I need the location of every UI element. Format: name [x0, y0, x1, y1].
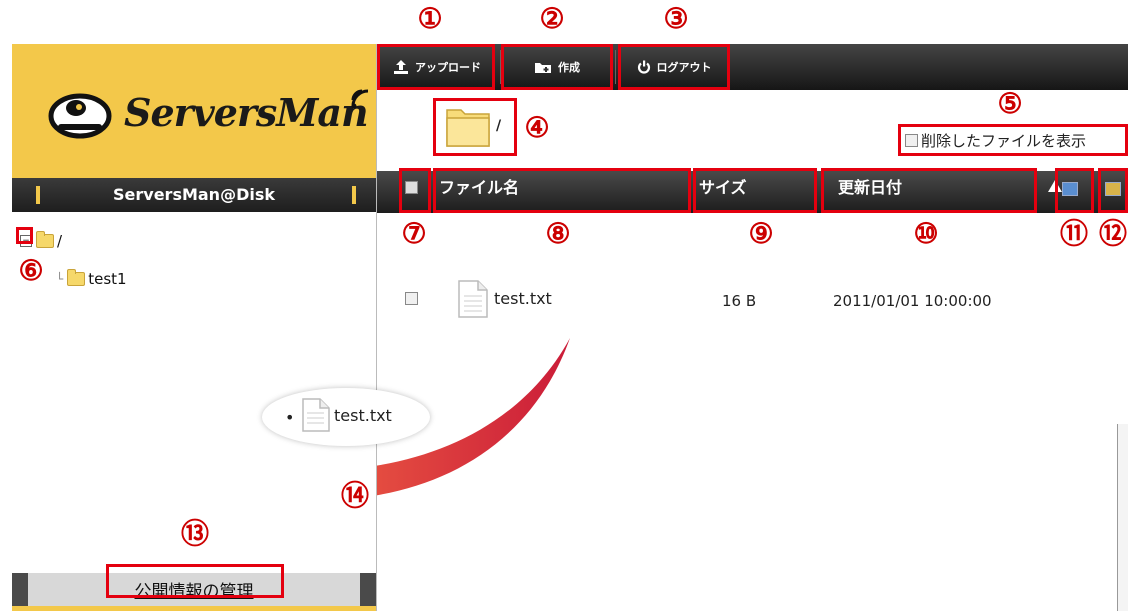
vertical-scrollbar[interactable]: [1117, 424, 1128, 611]
sort-ascending-icon[interactable]: [1048, 180, 1062, 192]
show-deleted-label: 削除したファイルを表示: [921, 132, 1087, 150]
current-path: /: [496, 118, 502, 134]
tree-connector: └: [56, 272, 64, 286]
annotation-11: ⑪: [1059, 217, 1088, 250]
annotation-1: ①: [417, 2, 443, 35]
annotation-8: ⑧: [545, 217, 571, 250]
logout-label: ログアウト: [656, 61, 712, 74]
file-name[interactable]: test.txt: [494, 289, 552, 308]
tree-root-label: /: [57, 232, 63, 250]
column-header-name[interactable]: ファイル名: [439, 171, 519, 213]
annotation-2: ②: [539, 2, 565, 35]
show-deleted-toggle[interactable]: 削除したファイルを表示: [905, 130, 1086, 151]
tree-collapse-toggle[interactable]: −: [20, 235, 32, 247]
wifi-icon: [351, 89, 369, 109]
annotation-6: ⑥: [18, 254, 44, 287]
upload-icon: [394, 60, 408, 74]
drag-bullet: •: [285, 408, 295, 427]
upload-button[interactable]: アップロード: [379, 50, 495, 84]
select-all-checkbox[interactable]: [405, 181, 418, 194]
new-folder-icon: [535, 63, 551, 73]
toolbar: アップロード 作成 ログアウト: [377, 44, 1128, 90]
tree-item-test1[interactable]: └ test1: [56, 269, 127, 288]
toolbar-separator: [500, 50, 501, 84]
upload-label: アップロード: [415, 61, 481, 74]
sidebar-bottom-strip: [12, 606, 376, 611]
show-deleted-checkbox[interactable]: [905, 134, 918, 147]
column-header-date[interactable]: 更新日付: [838, 171, 902, 213]
annotation-9: ⑨: [748, 217, 774, 250]
folder-icon: [67, 269, 86, 286]
tree-item-label: test1: [88, 270, 127, 288]
disk-label: ServersMan@Disk: [113, 185, 275, 204]
dragged-file-icon: [302, 398, 330, 432]
logo-area: ServersMan: [12, 44, 376, 179]
logout-button[interactable]: ログアウト: [620, 50, 728, 84]
power-icon: [637, 60, 650, 74]
logo-text: ServersMan: [124, 90, 369, 135]
toolbar-separator: [615, 50, 616, 84]
dragged-file-name: test.txt: [334, 406, 392, 425]
disk-logo-icon: [48, 93, 112, 139]
annotation-4: ④: [524, 111, 550, 144]
annotation-13: ⑬: [180, 517, 209, 550]
bar-accent-right: [352, 186, 356, 204]
annotation-7: ⑦: [401, 217, 427, 250]
thumbnail-view-icon[interactable]: [1105, 182, 1121, 196]
annotation-3: ③: [663, 2, 689, 35]
annotation-10: ⑩: [913, 217, 939, 250]
column-header-size[interactable]: サイズ: [699, 171, 747, 213]
folder-icon: [36, 231, 54, 248]
tree-root-item[interactable]: − /: [20, 231, 63, 250]
create-button[interactable]: 作成: [505, 50, 609, 84]
current-folder-icon: [446, 109, 490, 147]
disk-title-bar: ServersMan@Disk: [12, 178, 376, 212]
row-checkbox[interactable]: [405, 292, 418, 305]
annotation-12: ⑫: [1098, 217, 1127, 250]
annotation-5: ⑤: [997, 87, 1023, 120]
annotation-14: ⑭: [340, 479, 369, 512]
file-size: 16 B: [722, 292, 757, 310]
text-file-icon: [458, 280, 488, 318]
create-label: 作成: [558, 61, 580, 74]
list-view-icon[interactable]: [1062, 182, 1078, 196]
file-table-header: ファイル名 サイズ 更新日付: [377, 171, 1128, 213]
file-date: 2011/01/01 10:00:00: [833, 292, 992, 310]
